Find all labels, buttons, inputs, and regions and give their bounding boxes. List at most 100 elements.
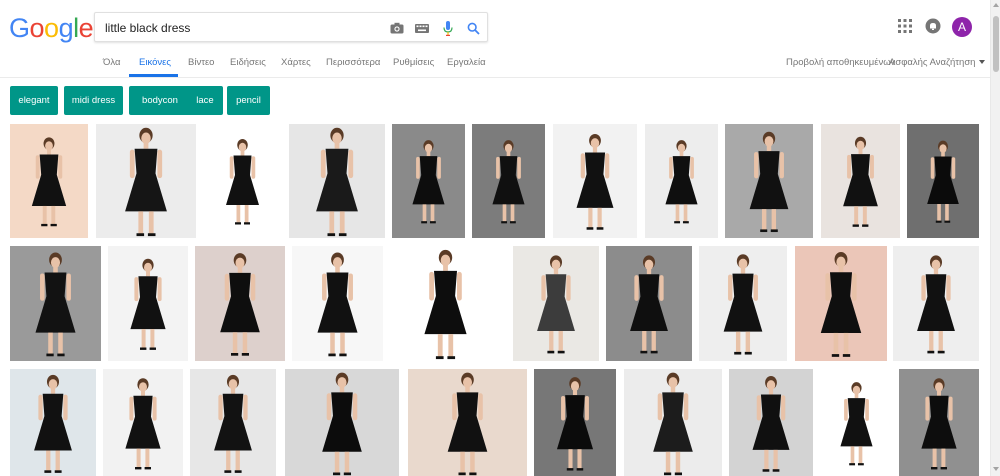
model-figure (630, 255, 668, 354)
model-figure (322, 372, 362, 476)
image-thumbnail[interactable] (10, 369, 96, 476)
apps-grid-icon[interactable] (898, 19, 912, 33)
microphone-icon[interactable] (439, 19, 457, 37)
header: Google A Όλα Εικόνες Βίντεο (0, 0, 990, 78)
tab-settings[interactable]: Ρυθμίσεις (393, 57, 434, 68)
safesearch-dropdown[interactable]: Ασφαλής Αναζήτηση (889, 57, 986, 68)
camera-icon[interactable] (388, 19, 406, 37)
image-thumbnail[interactable] (820, 369, 893, 476)
model-figure (820, 251, 862, 357)
notifications-icon[interactable] (925, 18, 941, 34)
model-figure (31, 137, 67, 227)
chip-lace[interactable]: lace (187, 86, 223, 115)
logo-letter: o (44, 13, 59, 43)
model-figure (917, 255, 955, 354)
model-figure (125, 378, 161, 470)
model-figure (492, 140, 525, 224)
google-logo[interactable]: Google (9, 13, 94, 43)
model-figure (424, 249, 467, 360)
image-thumbnail[interactable] (387, 246, 504, 361)
image-thumbnail[interactable] (108, 246, 188, 361)
image-thumbnail[interactable] (96, 124, 196, 238)
tab-images[interactable]: Εικόνες (139, 57, 171, 68)
image-thumbnail[interactable] (205, 124, 280, 238)
model-figure (723, 254, 763, 355)
image-thumbnail[interactable] (292, 246, 383, 361)
image-thumbnail[interactable] (190, 369, 276, 476)
tab-videos[interactable]: Βίντεο (188, 57, 214, 68)
scroll-up-arrow-icon[interactable] (993, 3, 999, 7)
chip-bodycon[interactable]: bodycon (129, 86, 191, 115)
chip-midi-dress[interactable]: midi dress (64, 86, 123, 115)
model-figure (752, 375, 790, 472)
image-thumbnail[interactable] (821, 124, 900, 238)
tab-maps[interactable]: Χάρτες (281, 57, 311, 68)
keyboard-icon[interactable] (413, 19, 431, 37)
safesearch-label: Ασφαλής Αναζήτηση (889, 57, 976, 68)
tab-all[interactable]: Όλα (103, 57, 120, 68)
model-figure (840, 382, 873, 466)
chip-pencil[interactable]: pencil (227, 86, 270, 115)
model-figure (412, 140, 445, 224)
image-thumbnail[interactable] (392, 124, 465, 238)
model-figure (34, 374, 72, 473)
image-thumbnail[interactable] (645, 124, 718, 238)
image-thumbnail[interactable] (513, 246, 599, 361)
image-thumbnail[interactable] (408, 369, 527, 476)
image-thumbnail[interactable] (624, 369, 722, 476)
model-figure (226, 139, 259, 225)
image-thumbnail[interactable] (10, 246, 101, 361)
logo-letter: g (58, 13, 74, 43)
view-saved-link[interactable]: Προβολή αποθηκευμένων (786, 57, 895, 68)
account-avatar[interactable]: A (952, 17, 972, 37)
image-thumbnail[interactable] (907, 124, 979, 238)
model-figure (537, 255, 575, 354)
model-figure (316, 127, 358, 237)
search-tabs: Όλα Εικόνες Βίντεο Ειδήσεις Χάρτες Περισ… (0, 54, 990, 78)
model-figure (665, 140, 698, 224)
image-thumbnail[interactable] (289, 124, 385, 238)
chip-elegant[interactable]: elegant (10, 86, 58, 115)
model-figure (927, 140, 959, 223)
model-figure (35, 252, 76, 357)
image-thumbnail[interactable] (893, 246, 979, 361)
logo-letter: o (29, 13, 45, 43)
model-figure (214, 374, 252, 473)
image-thumbnail[interactable] (285, 369, 399, 476)
logo-letter: e (78, 13, 94, 43)
image-thumbnail[interactable] (725, 124, 813, 238)
image-thumbnail[interactable] (195, 246, 285, 361)
search-icon[interactable] (464, 19, 482, 37)
tab-tools[interactable]: Εργαλεία (447, 57, 486, 68)
model-figure (653, 372, 693, 476)
caret-down-icon (979, 60, 986, 65)
search-box (94, 12, 488, 42)
image-thumbnail[interactable] (729, 369, 813, 476)
tab-news[interactable]: Ειδήσεις (230, 57, 266, 68)
image-thumbnail[interactable] (472, 124, 545, 238)
model-figure (576, 133, 614, 230)
image-thumbnail[interactable] (553, 124, 637, 238)
model-figure (220, 253, 260, 356)
model-figure (749, 131, 789, 233)
logo-letter: G (9, 13, 30, 43)
model-figure (130, 258, 166, 350)
image-thumbnail[interactable] (899, 369, 979, 476)
active-tab-indicator (129, 74, 178, 77)
scroll-thumb[interactable] (993, 16, 999, 72)
image-thumbnail[interactable] (795, 246, 887, 361)
image-thumbnail[interactable] (699, 246, 787, 361)
search-input[interactable] (105, 19, 375, 37)
image-thumbnail[interactable] (10, 124, 88, 238)
image-thumbnail[interactable] (534, 369, 616, 476)
model-figure (317, 252, 358, 357)
model-figure (447, 372, 488, 476)
model-figure (843, 136, 878, 227)
image-thumbnail[interactable] (606, 246, 692, 361)
scroll-down-arrow-icon[interactable] (993, 467, 999, 471)
model-figure (921, 378, 957, 470)
image-thumbnail[interactable] (103, 369, 183, 476)
model-figure (125, 127, 167, 237)
tab-more[interactable]: Περισσότερα (326, 57, 380, 68)
page-scrollbar[interactable] (990, 0, 1000, 476)
